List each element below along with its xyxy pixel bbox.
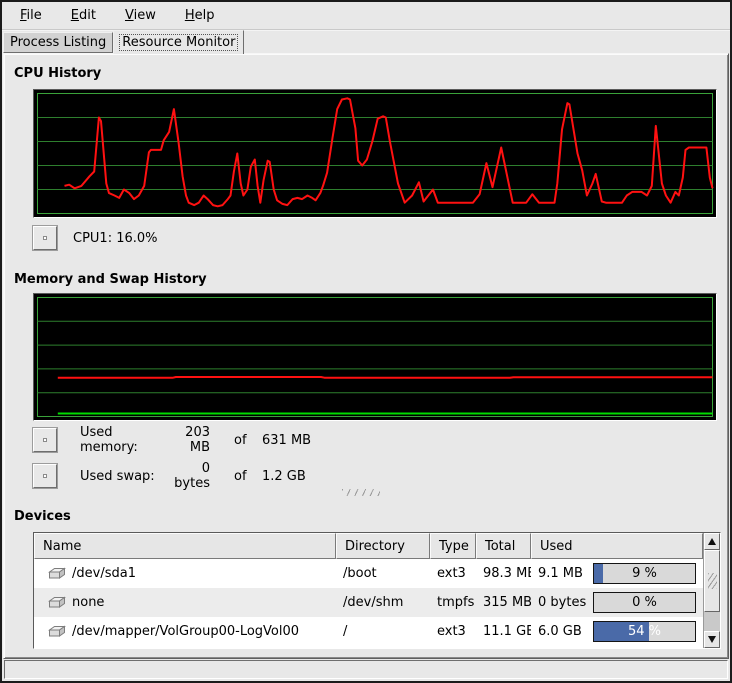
hard-disk-icon xyxy=(48,596,66,609)
devices-title: Devices xyxy=(14,509,71,524)
scrollbar-track[interactable] xyxy=(704,550,720,631)
device-type: tmpfs xyxy=(430,595,476,610)
memory-used-value: 203 MB xyxy=(164,425,210,455)
cpu-legend-label: CPU1: 16.0% xyxy=(73,231,158,246)
column-header-type[interactable]: Type xyxy=(430,533,476,559)
scroll-up-button[interactable] xyxy=(704,533,720,550)
device-total: 315 MB xyxy=(476,595,531,610)
device-row[interactable]: /dev/mapper/VolGroup00-LogVol00 / ext3 1… xyxy=(34,617,703,646)
hard-disk-icon xyxy=(48,567,66,580)
usage-progressbar: 9 % xyxy=(593,563,696,584)
tab-label: Resource Monitor xyxy=(120,35,237,50)
device-row[interactable]: none /dev/shm tmpfs 315 MB 0 bytes 0 % xyxy=(34,588,703,617)
progress-label: 54 % xyxy=(594,622,695,641)
tab-resource-monitor[interactable]: Resource Monitor xyxy=(113,30,244,54)
memory-total-value: 631 MB xyxy=(262,433,311,448)
memory-history-title: Memory and Swap History xyxy=(14,272,207,287)
menu-file[interactable]: File xyxy=(7,4,55,27)
cpu-history-title: CPU History xyxy=(14,66,101,81)
cpu-legend: CPU1: 16.0% xyxy=(33,226,158,250)
memory-history-chart xyxy=(34,294,716,420)
device-directory: / xyxy=(336,624,430,639)
tab-process-listing[interactable]: Process Listing xyxy=(3,32,113,53)
cpu-history-chart xyxy=(34,90,716,217)
memory-legend-row: Used memory: 203 MB of 631 MB xyxy=(33,428,311,452)
swap-total-value: 1.2 GB xyxy=(262,469,306,484)
status-bar xyxy=(4,660,728,679)
menu-edit[interactable]: Edit xyxy=(58,4,109,27)
cpu-history-graph xyxy=(33,89,717,218)
pane-resize-grip[interactable] xyxy=(342,489,380,496)
tab-label: Process Listing xyxy=(10,35,106,50)
swap-color-button[interactable] xyxy=(33,464,57,488)
cpu-color-button[interactable] xyxy=(33,226,57,250)
swap-legend-label: Used swap: xyxy=(80,469,164,484)
scrollbar-thumb[interactable] xyxy=(704,550,720,612)
thumb-grip-icon xyxy=(708,573,717,589)
memory-history-graph xyxy=(33,293,717,421)
menu-bar: File Edit View Help xyxy=(2,2,730,30)
device-directory: /boot xyxy=(336,566,430,581)
column-header-directory[interactable]: Directory xyxy=(336,533,430,559)
progress-label: 0 % xyxy=(594,593,695,612)
device-name: none xyxy=(72,595,104,610)
notebook-tabs: Process Listing Resource Monitor xyxy=(3,30,244,54)
device-type: ext3 xyxy=(430,624,476,639)
menu-help[interactable]: Help xyxy=(172,4,228,27)
menu-view[interactable]: View xyxy=(112,4,169,27)
device-row[interactable]: /dev/sda1 /boot ext3 98.3 MB 9.1 MB 9 % xyxy=(34,559,703,588)
devices-table: Name Directory Type Total Used /dev/sda1 xyxy=(33,532,721,649)
device-used: 9.1 MB xyxy=(538,566,583,581)
memory-color-button[interactable] xyxy=(33,428,57,452)
memory-legend-label: Used memory: xyxy=(80,425,164,455)
device-total: 11.1 GB xyxy=(476,624,531,639)
usage-progressbar: 0 % xyxy=(593,592,696,613)
device-used: 0 bytes xyxy=(538,595,586,610)
swap-legend-row: Used swap: 0 bytes of 1.2 GB xyxy=(33,464,306,488)
device-directory: /dev/shm xyxy=(336,595,430,610)
arrow-up-icon xyxy=(708,538,716,545)
device-type: ext3 xyxy=(430,566,476,581)
device-name: /dev/sda1 xyxy=(72,566,136,581)
swap-used-value: 0 bytes xyxy=(164,461,210,491)
scroll-down-button[interactable] xyxy=(704,631,720,648)
device-name: /dev/mapper/VolGroup00-LogVol00 xyxy=(72,624,299,639)
devices-table-content: Name Directory Type Total Used /dev/sda1 xyxy=(34,533,703,648)
column-header-total[interactable]: Total xyxy=(476,533,531,559)
column-header-name[interactable]: Name xyxy=(34,533,336,559)
progress-label: 9 % xyxy=(594,564,695,583)
device-used: 6.0 GB xyxy=(538,624,582,639)
devices-scrollbar[interactable] xyxy=(703,533,720,648)
column-header-used[interactable]: Used xyxy=(531,533,703,559)
memory-of-label: of xyxy=(234,433,250,448)
hard-disk-icon xyxy=(48,625,66,638)
arrow-down-icon xyxy=(708,636,716,643)
devices-table-header: Name Directory Type Total Used xyxy=(34,533,703,559)
resource-monitor-page: CPU History CPU1: 16.0% Memory and Swap … xyxy=(3,53,729,659)
system-monitor-window: File Edit View Help Process Listing Reso… xyxy=(0,0,732,683)
usage-progressbar: 54 % xyxy=(593,621,696,642)
swap-of-label: of xyxy=(234,469,250,484)
device-total: 98.3 MB xyxy=(476,566,531,581)
